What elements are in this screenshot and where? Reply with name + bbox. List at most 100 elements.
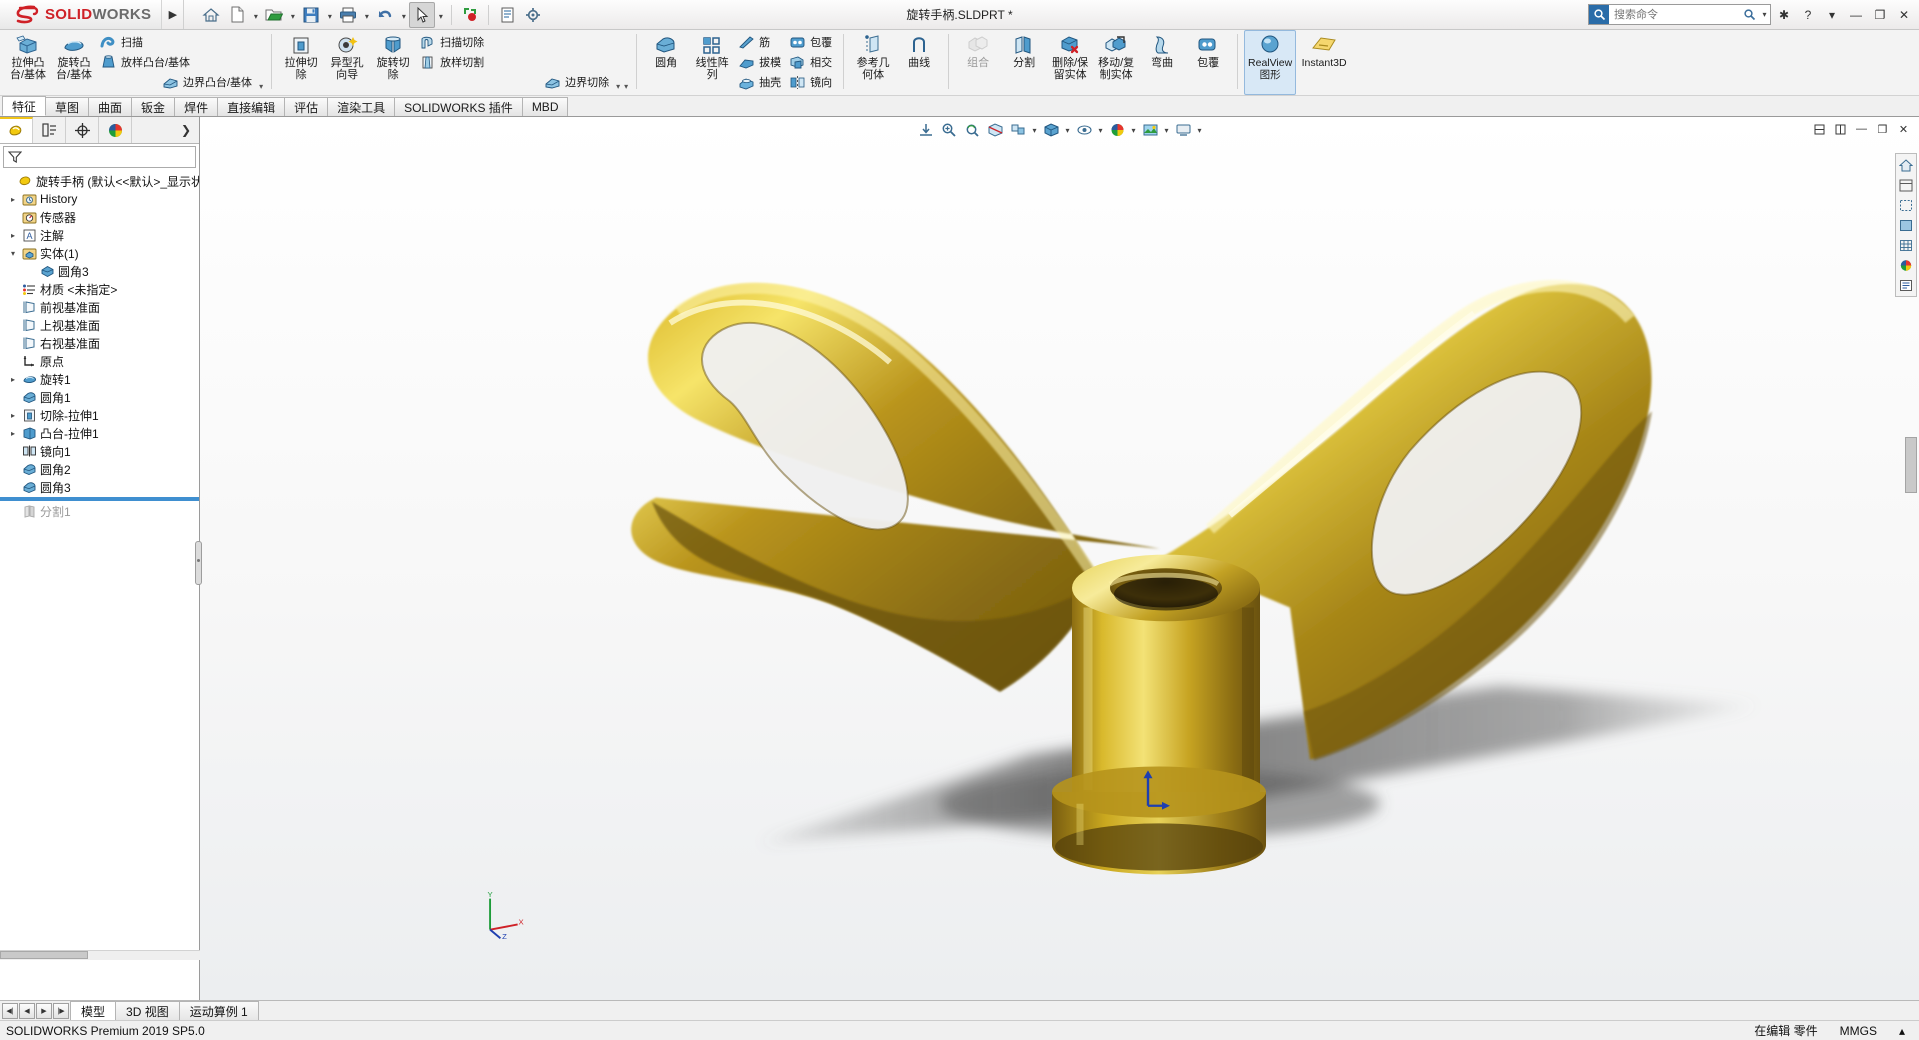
reference-geometry-button[interactable]: 参考几 何体 xyxy=(850,30,896,95)
mirror-button[interactable]: 镜向 xyxy=(786,72,837,92)
linear-pattern-button[interactable]: 线性阵 列 xyxy=(689,30,735,95)
zoom-to-fit-icon[interactable] xyxy=(915,119,938,141)
tree-item-origin[interactable]: 原点 xyxy=(0,352,199,370)
tree-item-front-plane[interactable]: 前视基准面 xyxy=(0,298,199,316)
save-caret-icon[interactable]: ▾ xyxy=(324,2,335,28)
doc-next-icon[interactable] xyxy=(1831,120,1850,138)
save-icon[interactable] xyxy=(298,2,324,28)
tree-item-sensors[interactable]: 传感器 xyxy=(0,208,199,226)
rib-button[interactable]: 筋 xyxy=(735,32,786,52)
tree-item-part-root[interactable]: 旋转手柄 (默认<<默认>_显示状态 1>) xyxy=(0,172,199,190)
boundary-cut-button[interactable]: 边界切除 xyxy=(541,72,614,92)
tree-toggle-revolve1[interactable]: ▸ xyxy=(6,375,20,384)
display-manager-tab[interactable] xyxy=(99,117,132,143)
select-cursor-icon[interactable] xyxy=(409,1,436,28)
hole-wizard-button[interactable]: 异型孔 向导 xyxy=(324,30,370,95)
tree-item-cut-extrude1[interactable]: ▸ 切除-拉伸1 xyxy=(0,406,199,424)
create-group-caret-icon[interactable]: ▾ xyxy=(257,82,265,95)
split-button[interactable]: 分割 xyxy=(1001,30,1047,95)
undo-icon[interactable] xyxy=(372,2,398,28)
graphics-area[interactable]: ▾ ▾ ▾ ▾ ▾ ▾ — ❐ ✕ Y X Z xyxy=(200,117,1919,1000)
tab-sheetmetal[interactable]: 钣金 xyxy=(131,97,176,116)
graphics-vscrollbar-thumb[interactable] xyxy=(1905,437,1917,493)
doc-minimize-button[interactable]: — xyxy=(1852,120,1871,138)
hidden-lines-icon[interactable] xyxy=(1896,195,1916,215)
search-go-icon[interactable] xyxy=(1739,8,1759,21)
model-3d-view[interactable] xyxy=(200,117,1919,1000)
new-document-caret-icon[interactable]: ▾ xyxy=(250,2,261,28)
boundary-boss-button[interactable]: 边界凸台/基体 xyxy=(159,72,257,92)
doc-maximize-button[interactable]: ❐ xyxy=(1873,120,1892,138)
search-caret-icon[interactable]: ▾ xyxy=(1759,10,1770,19)
realview-button[interactable]: RealView 图形 xyxy=(1244,30,1297,95)
file-properties-icon[interactable] xyxy=(494,2,520,28)
feature-manager-expand[interactable]: ❯ xyxy=(173,123,199,137)
tree-item-right-plane[interactable]: 右视基准面 xyxy=(0,334,199,352)
doc-close-button[interactable]: ✕ xyxy=(1894,120,1913,138)
shell-button[interactable]: 抽壳 xyxy=(735,72,786,92)
prev-tab-icon[interactable]: ◀ xyxy=(19,1002,35,1019)
undo-caret-icon[interactable]: ▾ xyxy=(398,2,409,28)
bottom-tab-3dviews[interactable]: 3D 视图 xyxy=(115,1001,180,1020)
open-folder-icon[interactable] xyxy=(261,2,287,28)
tree-toggle-solid-bodies[interactable]: ▾ xyxy=(6,249,20,258)
tab-mbd[interactable]: MBD xyxy=(521,97,569,116)
tab-sketch[interactable]: 草图 xyxy=(45,97,90,116)
search-input[interactable] xyxy=(1609,7,1739,22)
help-caret-button[interactable]: ▾ xyxy=(1821,3,1843,27)
loft-cut-button[interactable]: 放样切割 xyxy=(416,52,614,72)
view-settings-caret-icon[interactable]: ▾ xyxy=(1195,126,1205,135)
draft-button[interactable]: 拔模 xyxy=(735,52,786,72)
tree-item-top-plane[interactable]: 上视基准面 xyxy=(0,316,199,334)
tree-item-boss-extrude1[interactable]: ▸ 凸台-拉伸1 xyxy=(0,424,199,442)
extrude-cut-button[interactable]: 拉伸切 除 xyxy=(278,30,324,95)
tree-item-history[interactable]: ▸ History xyxy=(0,190,199,208)
grid-icon[interactable] xyxy=(1896,235,1916,255)
base-flange[interactable] xyxy=(1052,766,1266,875)
view-settings-icon[interactable] xyxy=(1172,119,1195,141)
previous-view-icon[interactable] xyxy=(961,119,984,141)
rollback-bar[interactable] xyxy=(0,497,199,501)
new-document-icon[interactable] xyxy=(224,2,250,28)
maximize-button[interactable]: ❐ xyxy=(1869,3,1891,27)
tree-item-split1[interactable]: 分割1 xyxy=(0,502,199,520)
feature-tree-hscrollbar[interactable] xyxy=(0,950,200,960)
home-icon[interactable] xyxy=(198,2,224,28)
tree-toggle-cut-extrude1[interactable]: ▸ xyxy=(6,411,20,420)
intersect-button[interactable]: 相交 xyxy=(786,52,837,72)
tree-item-material[interactable]: 材质 <未指定> xyxy=(0,280,199,298)
minimize-button[interactable]: — xyxy=(1845,3,1867,27)
sweep-button[interactable]: 扫描 xyxy=(97,32,257,52)
extrude-boss-button[interactable]: 拉伸凸 台/基体 xyxy=(5,30,51,95)
close-button[interactable]: ✕ xyxy=(1893,3,1915,27)
feature-tree-filter[interactable] xyxy=(3,146,196,168)
tree-toggle-boss-extrude1[interactable]: ▸ xyxy=(6,429,20,438)
bottom-tab-model[interactable]: 模型 xyxy=(70,1001,117,1020)
display-state-icon[interactable] xyxy=(1896,275,1916,295)
search-scope-icon[interactable] xyxy=(1589,5,1609,24)
next-tab-icon[interactable]: ▶ xyxy=(36,1002,52,1019)
tab-render-tools[interactable]: 渲染工具 xyxy=(327,97,396,116)
display-style-icon[interactable] xyxy=(1040,119,1063,141)
wrap2-button[interactable]: 包覆 xyxy=(1185,30,1231,95)
edit-appearance-icon[interactable] xyxy=(1106,119,1129,141)
last-tab-icon[interactable]: |▶ xyxy=(53,1002,69,1019)
open-folder-caret-icon[interactable]: ▾ xyxy=(287,2,298,28)
status-units-caret-icon[interactable]: ▴ xyxy=(1899,1024,1905,1038)
tree-item-solid-bodies[interactable]: ▾ 实体(1) xyxy=(0,244,199,262)
pin-button[interactable]: ✱ xyxy=(1773,3,1795,27)
edit-appearance-caret-icon[interactable]: ▾ xyxy=(1129,126,1139,135)
fillet-button[interactable]: 圆角 xyxy=(643,30,689,95)
tab-surfaces[interactable]: 曲面 xyxy=(88,97,133,116)
flex-button[interactable]: 弯曲 xyxy=(1139,30,1185,95)
property-manager-tab[interactable] xyxy=(33,117,66,143)
tree-toggle-history[interactable]: ▸ xyxy=(6,195,20,204)
hide-show-caret-icon[interactable]: ▾ xyxy=(1096,126,1106,135)
instant3d-button[interactable]: Instant3D xyxy=(1296,30,1352,95)
tree-item-fillet1[interactable]: 圆角1 xyxy=(0,388,199,406)
curves-button[interactable]: 曲线 xyxy=(896,30,942,95)
revolve-cut-button[interactable]: 旋转切 除 xyxy=(370,30,416,95)
options-gear-icon[interactable] xyxy=(520,2,546,28)
tab-solidworks-addins[interactable]: SOLIDWORKS 插件 xyxy=(394,97,523,116)
tree-item-body-fillet3[interactable]: 圆角3 xyxy=(0,262,199,280)
